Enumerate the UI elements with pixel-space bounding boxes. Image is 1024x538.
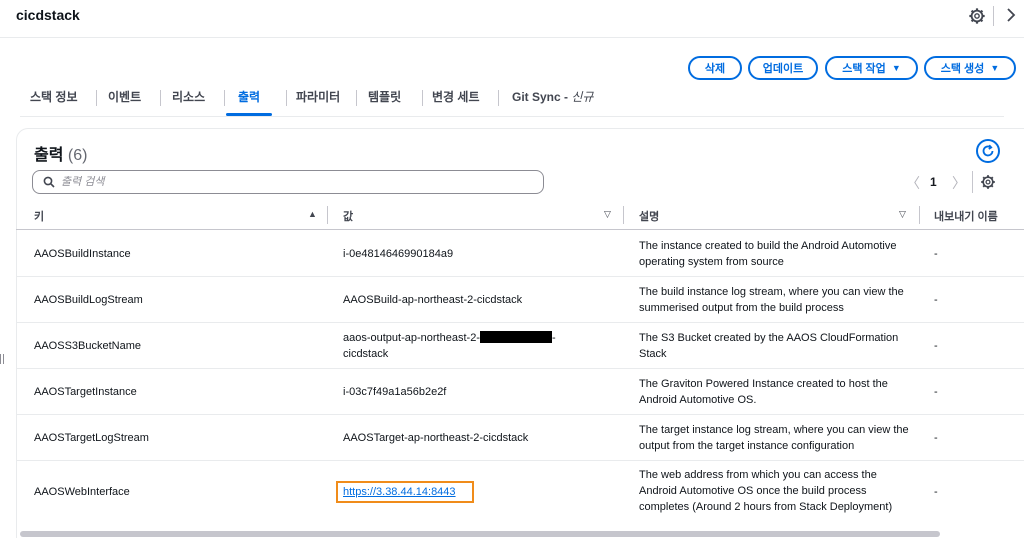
sort-ascending-icon[interactable]: ▲: [308, 209, 317, 219]
caret-down-icon: ▼: [990, 63, 1000, 73]
column-separator[interactable]: [623, 206, 624, 224]
output-key: AAOSBuildLogStream: [34, 294, 143, 306]
output-key: AAOSTargetLogStream: [34, 432, 149, 444]
table-header: 키 ▲ 값 ▽ 설명 ▽ 내보내기 이름: [16, 200, 1024, 230]
bucket-name-suffix: cicdstack: [343, 348, 389, 360]
sort-icon[interactable]: ▽: [604, 209, 611, 220]
output-key: AAOSTargetInstance: [34, 386, 137, 398]
tab-git-sync[interactable]: Git Sync - 신규: [512, 88, 593, 116]
table-row: AAOSTargetInstance i-03c7f49a1a56b2e2f T…: [16, 369, 1024, 415]
stack-title: cicdstack: [16, 7, 80, 23]
page-number[interactable]: 1: [930, 175, 937, 189]
outputs-count: (6): [67, 147, 88, 164]
table-row: AAOSBuildLogStream AAOSBuild-ap-northeas…: [16, 277, 1024, 323]
create-stack-label: 스택 생성: [940, 63, 985, 75]
output-export-name: -: [934, 294, 938, 306]
column-separator[interactable]: [327, 206, 328, 224]
sort-icon[interactable]: ▽: [899, 209, 906, 220]
output-value: AAOSTarget-ap-northeast-2-cicdstack: [343, 432, 529, 444]
output-key: AAOSBuildInstance: [34, 248, 131, 260]
web-interface-link[interactable]: https://3.38.44.14:8443: [343, 484, 456, 500]
table-row: AAOSWebInterface https://3.38.44.14:8443…: [16, 461, 1024, 523]
outputs-heading: 출력 (6): [34, 141, 87, 165]
refresh-icon: [982, 144, 994, 157]
tab-separator: [286, 90, 287, 106]
search-input[interactable]: [61, 176, 521, 188]
table-settings-icon[interactable]: [980, 174, 996, 190]
stack-actions-button[interactable]: 스택 작업 ▼: [825, 56, 918, 80]
redacted-block: [479, 331, 552, 343]
page-header: cicdstack: [0, 0, 1024, 38]
tab-outputs[interactable]: 출력: [225, 88, 273, 116]
search-field[interactable]: [32, 170, 544, 194]
update-button[interactable]: 업데이트: [748, 56, 818, 80]
tab-separator: [224, 90, 225, 106]
tab-separator: [356, 90, 357, 106]
bucket-name-prefix: aaos-output-ap-northeast-2-: [343, 332, 480, 344]
table-row: AAOSBuildInstance i-0e4814646990184a9 Th…: [16, 231, 1024, 277]
update-label: 업데이트: [762, 63, 804, 75]
output-description: The Graviton Powered Instance created to…: [639, 378, 888, 406]
chevron-left-icon[interactable]: 〈: [906, 173, 920, 193]
output-export-name: -: [934, 386, 938, 398]
tab-resources[interactable]: 리소스: [172, 88, 205, 116]
output-value: AAOSBuild-ap-northeast-2-cicdstack: [343, 294, 523, 306]
output-key: AAOSWebInterface: [34, 486, 130, 498]
header-divider: [993, 6, 994, 26]
delete-button[interactable]: 삭제: [688, 56, 742, 80]
create-stack-button[interactable]: 스택 생성 ▼: [924, 56, 1016, 80]
chevron-right-icon[interactable]: 〉: [952, 173, 966, 193]
new-badge: 신규: [571, 90, 594, 104]
column-export-name[interactable]: 내보내기 이름: [934, 208, 998, 224]
search-icon: [43, 176, 55, 188]
tab-git-sync-label: Git Sync -: [512, 90, 572, 104]
output-value: i-03c7f49a1a56b2e2f: [343, 386, 447, 398]
output-export-name: -: [934, 432, 938, 444]
output-description: The web address from which you can acces…: [639, 469, 893, 513]
output-export-name: -: [934, 248, 938, 260]
column-key[interactable]: 키: [34, 208, 44, 224]
tab-separator: [96, 90, 97, 106]
table-row: AAOSS3BucketName aaos-output-ap-northeas…: [16, 323, 1024, 369]
tab-stack-info[interactable]: 스택 정보: [30, 88, 78, 116]
caret-down-icon: ▼: [891, 63, 901, 73]
column-value[interactable]: 값: [343, 208, 353, 224]
refresh-button[interactable]: [976, 139, 1000, 163]
output-description: The S3 Bucket created by the AAOS CloudF…: [639, 332, 899, 360]
tab-change-sets[interactable]: 변경 세트: [432, 88, 480, 116]
outputs-title: 출력: [34, 147, 64, 164]
stack-actions-label: 스택 작업: [842, 63, 886, 75]
output-key: AAOSS3BucketName: [34, 340, 141, 352]
gear-icon[interactable]: [968, 7, 986, 25]
output-export-name: -: [934, 486, 938, 498]
tab-separator: [498, 90, 499, 106]
output-description: The build instance log stream, where you…: [639, 286, 904, 314]
action-bar: 삭제 업데이트 스택 작업 ▼ 스택 생성 ▼: [0, 56, 1024, 80]
output-description: The target instance log stream, where yo…: [639, 424, 909, 452]
column-separator[interactable]: [919, 206, 920, 224]
chevron-right-icon[interactable]: [1004, 6, 1018, 24]
drag-handle-icon[interactable]: [0, 354, 4, 364]
tab-parameters[interactable]: 파라미터: [296, 88, 340, 116]
horizontal-scrollbar[interactable]: [20, 531, 940, 537]
tab-events[interactable]: 이벤트: [108, 88, 141, 116]
output-value: i-0e4814646990184a9: [343, 248, 454, 260]
bucket-name-dash: -: [551, 332, 556, 344]
output-export-name: -: [934, 340, 938, 352]
tab-separator: [422, 90, 423, 106]
table-row: AAOSTargetLogStream AAOSTarget-ap-northe…: [16, 415, 1024, 461]
tab-template[interactable]: 템플릿: [368, 88, 401, 116]
tab-separator: [160, 90, 161, 106]
output-description: The instance created to build the Androi…: [639, 240, 897, 268]
pager-divider: [972, 171, 973, 193]
column-description[interactable]: 설명: [639, 208, 659, 224]
output-value: aaos-output-ap-northeast-2- - cicdstack: [343, 330, 603, 362]
delete-label: 삭제: [704, 63, 726, 75]
tabs-underline: [20, 116, 1004, 117]
